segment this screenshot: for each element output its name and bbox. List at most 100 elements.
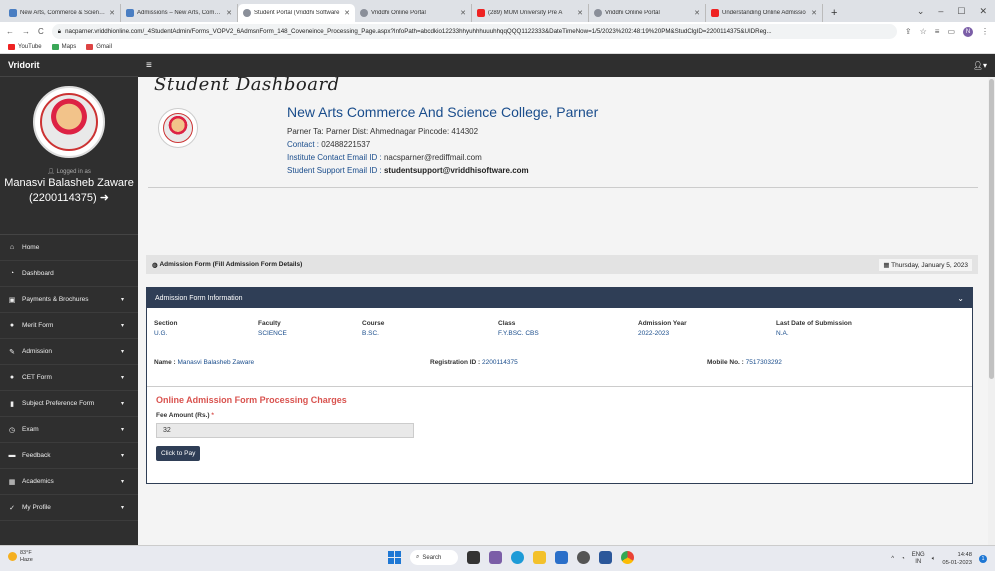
fee-amount-field[interactable] bbox=[156, 423, 414, 438]
cet-icon: ● bbox=[9, 374, 15, 381]
chevron-down-icon[interactable]: ⌄ bbox=[957, 294, 964, 303]
sidebar-item-cet-form[interactable]: ● CET Form ▾ bbox=[0, 365, 138, 391]
close-tab-icon[interactable]: ✕ bbox=[577, 9, 583, 17]
maximize-button[interactable]: ☐ bbox=[957, 6, 965, 17]
system-tray: ^ ◔ ENG IN 🔈︎ 14:48 05-01-2023 1 bbox=[891, 551, 987, 567]
edge-icon[interactable] bbox=[511, 551, 524, 564]
sidebar-item-label: Payments & Brochures bbox=[22, 296, 89, 303]
user-id-logout[interactable]: (2200114375) ➜ bbox=[0, 192, 138, 205]
page-scrollbar[interactable] bbox=[988, 77, 995, 545]
sidebar-item-label: Subject Preference Form bbox=[22, 400, 95, 407]
close-tab-icon[interactable]: ✕ bbox=[344, 9, 350, 17]
globe-icon bbox=[594, 9, 602, 17]
taskbar-search[interactable]: ⌕ Search bbox=[410, 550, 458, 565]
sidebar-item-my-profile[interactable]: ✓ My Profile ▾ bbox=[0, 495, 138, 521]
tab-title: Admissions – New Arts, Commer bbox=[137, 10, 224, 16]
fee-amount-label: Fee Amount (Rs.) * bbox=[156, 412, 214, 419]
back-icon[interactable]: ← bbox=[6, 27, 14, 36]
grid-icon: ▦ bbox=[8, 478, 16, 486]
wifi-icon[interactable]: ◔ bbox=[901, 556, 905, 562]
user-name: Manasvi Balasheb Zaware bbox=[4, 177, 134, 189]
merit-icon: ● bbox=[9, 322, 15, 329]
search-icon: ⌕ bbox=[416, 554, 420, 560]
browser-tab[interactable]: Vriddhi Online Portal ✕ bbox=[589, 4, 706, 22]
browser-tab[interactable]: Vriddhi Online Portal ✕ bbox=[355, 4, 472, 22]
sidebar-item-home[interactable]: ⌂ Home bbox=[0, 235, 138, 261]
browser-tab[interactable]: New Arts, Commerce & Science C ✕ bbox=[4, 4, 121, 22]
tray-chevron-icon[interactable]: ^ bbox=[891, 556, 894, 562]
file-explorer-icon[interactable] bbox=[533, 551, 546, 564]
tab-search-button[interactable]: ⌄ bbox=[917, 6, 925, 17]
sidebar-item-subject-preference-form[interactable]: ▮ Subject Preference Form ▾ bbox=[0, 391, 138, 417]
section-col: Section U.G. bbox=[154, 320, 178, 337]
caret-down-icon: ▾ bbox=[120, 297, 124, 303]
mobile-number: Mobile No. : 7517303292 bbox=[707, 359, 782, 366]
sidebar-item-label: Dashboard bbox=[22, 270, 54, 277]
share-icon[interactable]: ⇪ bbox=[905, 27, 912, 37]
caret-down-icon: ▾ bbox=[120, 349, 124, 355]
browser-tab[interactable]: Student Portal (Vriddhi Software ✕ bbox=[238, 4, 355, 22]
taskbar-apps: ⌕ Search bbox=[388, 550, 634, 565]
admission-details: Section U.G. Faculty SCIENCE Course B.SC. C… bbox=[147, 308, 972, 387]
store-icon[interactable] bbox=[555, 551, 568, 564]
close-window-button[interactable]: ✕ bbox=[979, 6, 987, 17]
feedback-icon: ▬ bbox=[8, 452, 16, 459]
bookmark-youtube[interactable]: YouTube bbox=[8, 44, 42, 50]
profile-avatar[interactable]: N bbox=[963, 26, 973, 37]
sidebar-item-academics[interactable]: ▦ Academics ▾ bbox=[0, 469, 138, 495]
sidebar-item-merit-form[interactable]: ● Merit Form ▾ bbox=[0, 313, 138, 339]
bookmark-star-icon[interactable]: ☆ bbox=[920, 27, 927, 37]
brand-logo[interactable]: Vridorit bbox=[0, 54, 138, 77]
user-menu-icon[interactable]: 👤︎▾ bbox=[973, 61, 987, 70]
site-favicon bbox=[126, 9, 134, 17]
charges-title: Online Admission Form Processing Charges bbox=[156, 395, 347, 405]
close-tab-icon[interactable]: ✕ bbox=[460, 9, 466, 17]
globe-icon bbox=[243, 9, 251, 17]
tab-title: Student Portal (Vriddhi Software bbox=[254, 10, 340, 16]
caret-down-icon: ▾ bbox=[120, 323, 124, 329]
browser-tab[interactable]: Understanding Online Admissio ✕ bbox=[706, 4, 823, 22]
sidebar-item-dashboard[interactable]: ◔ Dashboard bbox=[0, 261, 138, 287]
weather-widget[interactable]: 83°F Haze bbox=[8, 550, 33, 564]
browser-tab[interactable]: (289) MUM University Pre A ✕ bbox=[472, 4, 589, 22]
language-indicator[interactable]: ENG IN bbox=[912, 552, 925, 566]
tab-title: New Arts, Commerce & Science C bbox=[20, 10, 107, 16]
click-to-pay-button[interactable]: Click to Pay bbox=[156, 446, 201, 461]
caret-down-icon: ▾ bbox=[120, 375, 124, 381]
user-small-icon: 👤︎ bbox=[47, 169, 55, 175]
menu-icon[interactable]: ⋮ bbox=[981, 27, 989, 37]
sidebar-item-label: Admission bbox=[22, 348, 52, 355]
extensions-icon[interactable]: ≡ bbox=[935, 27, 940, 37]
sidebar-item-admission[interactable]: ✎ Admission ▾ bbox=[0, 339, 138, 365]
close-tab-icon[interactable]: ✕ bbox=[109, 9, 115, 17]
word-icon[interactable] bbox=[599, 551, 612, 564]
sidepanel-icon[interactable]: ▭ bbox=[947, 27, 955, 37]
teams-icon[interactable] bbox=[489, 551, 502, 564]
speaker-icon[interactable]: 🔈︎ bbox=[932, 556, 936, 563]
minimize-button[interactable]: – bbox=[938, 6, 943, 16]
clock[interactable]: 14:48 05-01-2023 bbox=[942, 551, 972, 567]
form-breadcrumb-bar: ◍ Admission Form (Fill Admission Form De… bbox=[146, 255, 978, 274]
sidebar-item-feedback[interactable]: ▬ Feedback ▾ bbox=[0, 443, 138, 469]
close-tab-icon[interactable]: ✕ bbox=[811, 9, 817, 17]
url-field[interactable]: 🔒︎ nacparner.vriddhionline.com/_4Student… bbox=[51, 24, 897, 39]
panel-header[interactable]: Admission Form Information ⌄ bbox=[147, 288, 972, 308]
task-view-icon[interactable] bbox=[467, 551, 480, 564]
reload-icon[interactable]: C bbox=[38, 27, 44, 36]
sidebar-item-exam[interactable]: ◷ Exam ▾ bbox=[0, 417, 138, 443]
bookmark-maps[interactable]: Maps bbox=[51, 44, 76, 50]
new-tab-button[interactable]: + bbox=[823, 4, 845, 22]
caret-down-icon: ▾ bbox=[120, 453, 124, 459]
wrench-icon: ✓ bbox=[9, 504, 15, 512]
sidebar-item-payments-brochures[interactable]: ▣ Payments & Brochures ▾ bbox=[0, 287, 138, 313]
browser-tab[interactable]: Admissions – New Arts, Commer ✕ bbox=[121, 4, 238, 22]
hamburger-icon[interactable]: ≡ bbox=[146, 60, 152, 71]
windows-start-icon[interactable] bbox=[388, 551, 401, 564]
app-icon[interactable] bbox=[577, 551, 590, 564]
close-tab-icon[interactable]: ✕ bbox=[226, 9, 232, 17]
bookmark-gmail[interactable]: Gmail bbox=[86, 44, 112, 50]
close-tab-icon[interactable]: ✕ bbox=[694, 9, 700, 17]
forward-icon[interactable]: → bbox=[22, 27, 30, 36]
notification-badge[interactable]: 1 bbox=[979, 555, 987, 563]
chrome-icon[interactable] bbox=[621, 551, 634, 564]
